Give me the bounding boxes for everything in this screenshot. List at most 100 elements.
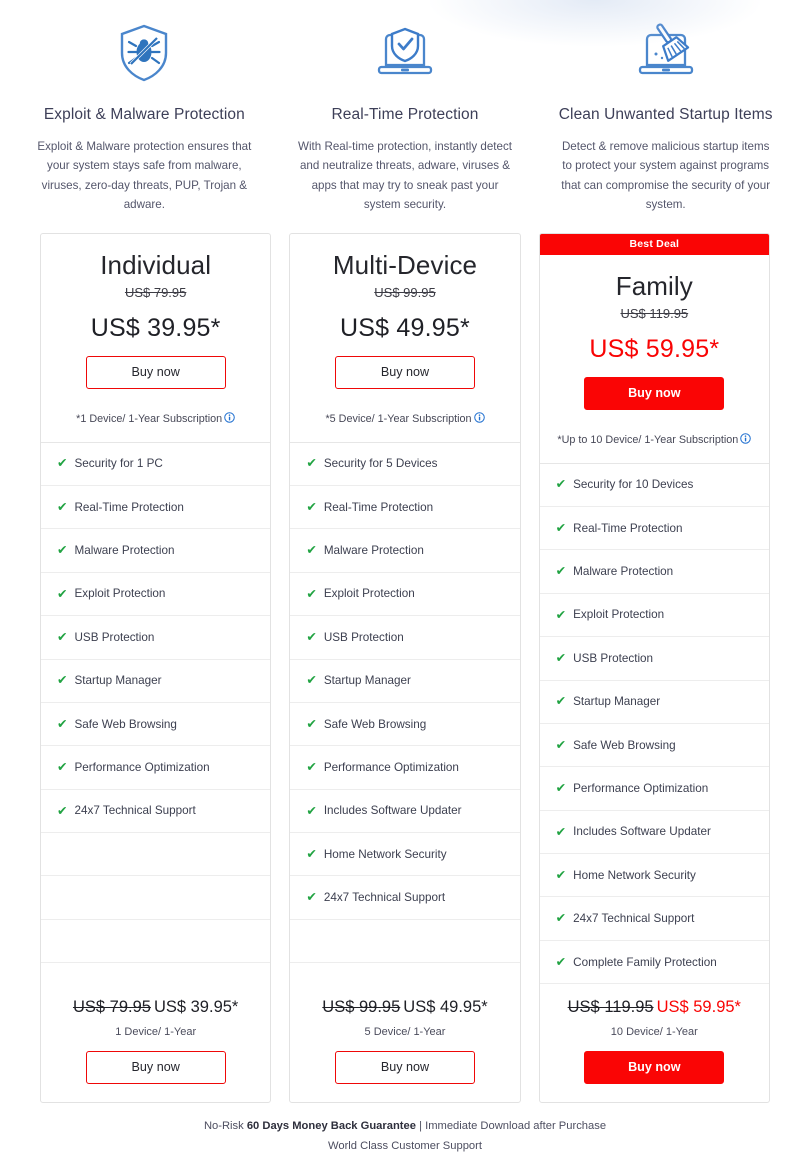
plan-new-price: US$ 49.95*	[340, 313, 470, 342]
footer-prices: US$ 79.95 US$ 39.95*	[49, 998, 262, 1017]
check-icon: ✔	[555, 868, 567, 882]
feature-label: Safe Web Browsing	[74, 717, 177, 731]
feature-row: ✔ USB Protection	[41, 616, 271, 660]
feature-row: ✔ Includes Software Updater	[539, 811, 769, 855]
check-icon: ✔	[555, 911, 567, 926]
buy-now-button-top[interactable]: Buy now	[584, 376, 725, 410]
buy-now-button-bottom[interactable]: Buy now	[85, 1051, 226, 1085]
feature-row: ✔ Safe Web Browsing	[539, 724, 769, 768]
feature-row: ✔ Includes Software Updater	[290, 790, 520, 834]
info-icon[interactable]	[740, 432, 752, 447]
feature-row: ✔ 24x7 Technical Support	[539, 897, 769, 941]
shield-bug-icon	[28, 14, 261, 92]
check-icon: ✔	[306, 803, 317, 818]
check-icon: ✔	[57, 673, 68, 688]
check-icon: ✔	[555, 607, 567, 622]
feature-list: ✔ Security for 1 PC ✔ Real-Time Protection ✔…	[41, 441, 271, 985]
feature-column-real-time: Real-Time Protection With Real-time prot…	[275, 14, 536, 215]
feature-label: Startup Manager	[74, 674, 162, 688]
check-icon: ✔	[57, 456, 68, 471]
footer-new-price: US$ 59.95*	[656, 998, 741, 1017]
check-icon: ✔	[306, 890, 317, 905]
feature-label: Malware Protection	[323, 544, 424, 558]
check-icon: ✔	[57, 760, 68, 775]
feature-label: Home Network Security	[573, 868, 696, 882]
plan-name: Individual	[100, 249, 212, 280]
check-icon: ✔	[555, 564, 567, 579]
feature-label: Home Network Security	[323, 847, 447, 861]
check-icon: ✔	[57, 630, 68, 645]
feature-list: ✔ Security for 5 Devices ✔ Real-Time Protec…	[290, 441, 520, 985]
feature-row: ✔ Performance Optimization	[539, 767, 769, 811]
footer-old-price: US$ 99.95	[322, 998, 401, 1017]
check-icon: ✔	[555, 520, 567, 535]
feature-label: Startup Manager	[573, 695, 661, 709]
feature-row: ✔ Safe Web Browsing	[41, 703, 271, 747]
feature-description: Detect & remove malicious startup items …	[561, 140, 771, 212]
feature-label: Complete Family Protection	[573, 955, 717, 969]
footer-guarantee-bold: 60 Days Money Back Guarantee	[246, 1120, 416, 1133]
plan-new-price: US$ 59.95*	[589, 334, 720, 363]
check-icon: ✔	[57, 586, 68, 601]
feature-row: ✔ Performance Optimization	[290, 746, 520, 790]
buy-now-button-top[interactable]: Buy now	[334, 355, 475, 389]
feature-title: Exploit & Malware Protection	[43, 106, 245, 123]
check-icon: ✔	[306, 586, 317, 601]
feature-description: Exploit & Malware protection ensures tha…	[37, 140, 252, 212]
buy-now-button-bottom[interactable]: Buy now	[584, 1051, 725, 1085]
pricing-card: Multi-Device US$ 99.95 US$ 49.95* Buy now *5…	[289, 232, 521, 1104]
feature-row: ✔ USB Protection	[539, 637, 769, 681]
feature-row: ✔ Exploit Protection	[41, 573, 271, 617]
footer-prices: US$ 99.95 US$ 49.95*	[298, 998, 511, 1017]
pricing-card: Individual US$ 79.95 US$ 39.95* Buy now *1 D…	[40, 232, 272, 1104]
feature-label: Performance Optimization	[323, 760, 459, 774]
feature-row: ✔ Real-Time Protection	[539, 507, 769, 551]
feature-label: 24x7 Technical Support	[74, 804, 196, 818]
feature-label: USB Protection	[323, 630, 404, 644]
feature-label: Performance Optimization	[74, 760, 210, 774]
laptop-shield-check-icon	[289, 14, 522, 92]
subscription-note-text: *Up to 10 Device/ 1-Year Subscription	[557, 433, 739, 446]
buy-now-button-top[interactable]: Buy now	[85, 355, 226, 389]
check-icon: ✔	[306, 456, 317, 471]
plan-old-price: US$ 99.95	[374, 284, 436, 300]
check-icon: ✔	[57, 803, 68, 818]
feature-row-empty	[41, 920, 271, 964]
info-icon[interactable]	[224, 411, 235, 426]
feature-label: Real-Time Protection	[323, 500, 434, 514]
feature-label: Startup Manager	[323, 674, 411, 688]
info-icon[interactable]	[473, 411, 485, 426]
feature-title: Clean Unwanted Startup Items	[558, 106, 773, 123]
feature-label: Includes Software Updater	[573, 825, 711, 839]
feature-column-exploit-malware: Exploit & Malware Protection Exploit & M…	[14, 14, 275, 215]
feature-label: USB Protection	[573, 651, 654, 665]
feature-row: ✔ Safe Web Browsing	[290, 703, 520, 747]
plan-name: Multi-Device	[332, 249, 478, 280]
buy-now-button-bottom[interactable]: Buy now	[334, 1051, 475, 1085]
feature-list-filler	[41, 963, 270, 984]
feature-row: ✔ Home Network Security	[290, 833, 520, 877]
card-footer: US$ 119.95 US$ 59.95* 10 Device/ 1-Year Buy…	[540, 984, 769, 1102]
feature-row: ✔ Home Network Security	[539, 854, 769, 898]
check-icon: ✔	[57, 543, 68, 558]
feature-label: 24x7 Technical Support	[573, 912, 695, 926]
feature-row-empty	[41, 833, 271, 877]
footer-old-price: US$ 119.95	[567, 998, 654, 1017]
footer-prices: US$ 119.95 US$ 59.95*	[548, 998, 761, 1017]
check-icon: ✔	[306, 716, 317, 731]
feature-row: ✔ Real-Time Protection	[290, 486, 520, 530]
footer-support-line: World Class Customer Support	[328, 1139, 482, 1152]
check-icon: ✔	[57, 499, 68, 514]
card-footer: US$ 79.95 US$ 39.95* 1 Device/ 1-Year Buy n…	[41, 984, 270, 1102]
feature-label: Real-Time Protection	[74, 500, 184, 514]
feature-description: With Real-time protection, instantly det…	[298, 140, 512, 212]
subscription-note-text: *5 Device/ 1-Year Subscription	[325, 412, 472, 425]
feature-list-filler	[290, 963, 519, 984]
feature-label: 24x7 Technical Support	[323, 891, 446, 905]
footer-prefix: No-Risk	[203, 1120, 247, 1133]
footer-new-price: US$ 49.95*	[403, 998, 488, 1017]
feature-row: ✔ Real-Time Protection	[41, 486, 271, 530]
best-deal-badge: Best Deal	[539, 233, 769, 255]
feature-label: Exploit Protection	[573, 608, 665, 622]
laptop-broom-icon	[549, 14, 782, 92]
